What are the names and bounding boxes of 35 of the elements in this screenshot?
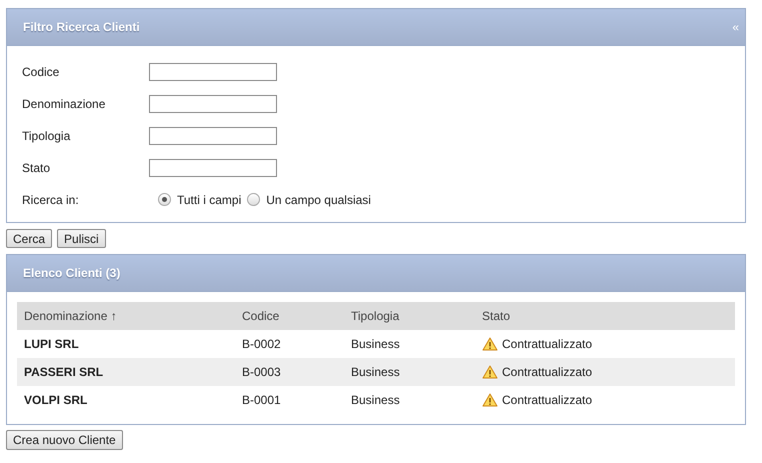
column-header[interactable]: Denominazione ↑ bbox=[17, 307, 235, 325]
warning-icon bbox=[482, 393, 498, 407]
warning-icon bbox=[482, 337, 498, 351]
table-cell-text: Contrattualizzato bbox=[502, 364, 592, 381]
column-header[interactable]: Stato bbox=[475, 307, 735, 325]
field-label: Denominazione bbox=[22, 96, 106, 112]
action-button[interactable]: Cerca bbox=[6, 229, 52, 248]
action-button[interactable]: Pulisci bbox=[57, 229, 106, 248]
field-label: Stato bbox=[22, 160, 52, 176]
table-cell-text: B-0003 bbox=[242, 364, 281, 381]
radio-option[interactable]: Un campo qualsiasi bbox=[247, 190, 371, 208]
table-cell-text: PASSERI SRL bbox=[24, 364, 104, 381]
table-cell-text: B-0001 bbox=[242, 392, 281, 409]
table-cell-text: Contrattualizzato bbox=[502, 336, 592, 353]
field-label: Ricerca in: bbox=[22, 192, 80, 208]
field-label: Codice bbox=[22, 64, 60, 80]
warning-icon bbox=[482, 365, 498, 379]
table-cell-text: VOLPI SRL bbox=[24, 392, 88, 409]
input-field[interactable] bbox=[149, 62, 277, 80]
table-cell-text: Business bbox=[351, 392, 400, 409]
column-header[interactable]: Tipologia bbox=[344, 307, 475, 325]
panel-title: Elenco Clienti (3) bbox=[23, 265, 120, 282]
table-cell-text: B-0002 bbox=[242, 336, 281, 353]
table-cell-text: Business bbox=[351, 336, 400, 353]
create-button[interactable]: Crea nuovo Cliente bbox=[6, 430, 123, 450]
column-header[interactable]: Codice bbox=[235, 307, 344, 325]
input-field[interactable] bbox=[149, 94, 277, 112]
table-cell-text: Contrattualizzato bbox=[502, 392, 592, 409]
radio-option[interactable]: Tutti i campi bbox=[158, 190, 242, 208]
table-cell-text: LUPI SRL bbox=[24, 336, 79, 353]
field-label: Tipologia bbox=[22, 128, 72, 144]
table-cell-text: Business bbox=[351, 364, 400, 381]
input-field[interactable] bbox=[149, 126, 277, 144]
input-field[interactable] bbox=[149, 158, 277, 176]
panel-title: Filtro Ricerca Clienti bbox=[23, 19, 140, 36]
